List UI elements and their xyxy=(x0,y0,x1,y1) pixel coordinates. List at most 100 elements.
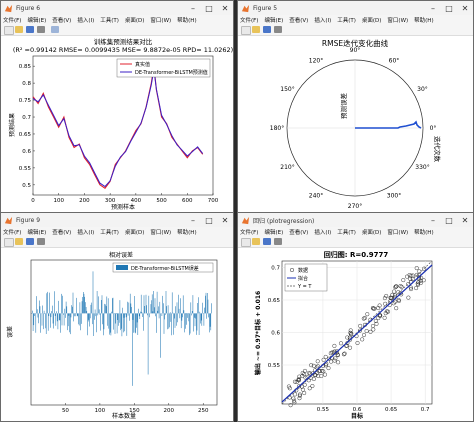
print-icon[interactable] xyxy=(37,238,45,245)
toolbar xyxy=(1,25,233,36)
y-tick-label: 0.7 xyxy=(22,115,31,121)
y-tick-label: 0.65 xyxy=(268,298,281,304)
polar-angle-label: 150° xyxy=(280,86,294,93)
matlab-icon xyxy=(241,4,250,12)
menu-file[interactable]: 文件(F) xyxy=(240,16,258,24)
menu-window[interactable]: 窗口(W) xyxy=(387,16,408,24)
menu-desktop[interactable]: 桌面(D) xyxy=(362,228,382,236)
menu-window[interactable]: 窗口(W) xyxy=(150,228,171,236)
polar-angle-label: 0° xyxy=(430,125,437,132)
menu-view[interactable]: 查看(V) xyxy=(289,16,308,24)
new-figure-icon[interactable] xyxy=(4,26,14,35)
x-axis-label: 目标 xyxy=(351,412,363,420)
menu-insert[interactable]: 插入(I) xyxy=(314,16,331,24)
bar-chart: 相对误差 50 100 150 200 250 DE-Transformer-BiLST… xyxy=(6,251,218,420)
legend[interactable]: 数据 拟合 Y = T xyxy=(284,263,328,292)
polar-angle-label: 120° xyxy=(309,58,323,65)
maximize-icon[interactable]: □ xyxy=(441,213,457,227)
menu-window[interactable]: 窗口(W) xyxy=(150,16,171,24)
title-bar[interactable]: 回归 (plotregression) – □ ✕ xyxy=(238,213,473,227)
menu-edit[interactable]: 编辑(E) xyxy=(264,16,283,24)
polar-chart: RMSE迭代变化曲线 90°60°30°0°330°300°270°240°21… xyxy=(270,38,442,210)
print-icon[interactable] xyxy=(274,26,282,33)
legend[interactable]: 真实值 DE-Transformer-BiLSTM预测值 xyxy=(116,58,211,78)
save-icon[interactable] xyxy=(26,26,34,33)
y-tick-label: 0.55 xyxy=(268,363,281,369)
menu-edit[interactable]: 编辑(E) xyxy=(27,228,46,236)
close-icon[interactable]: ✕ xyxy=(217,213,233,227)
menu-tools[interactable]: 工具(T) xyxy=(100,16,119,24)
menu-desktop[interactable]: 桌面(D) xyxy=(362,16,382,24)
maximize-icon[interactable]: □ xyxy=(201,1,217,15)
x-tick-label: 0.65 xyxy=(385,407,398,413)
menu-view[interactable]: 查看(V) xyxy=(52,16,71,24)
close-icon[interactable]: ✕ xyxy=(457,213,473,227)
menu-view[interactable]: 查看(V) xyxy=(52,228,71,236)
figure-6-window[interactable]: Figure 6 – □ ✕ 文件(F) 编辑(E) 查看(V) 插入(I) 工… xyxy=(0,0,234,214)
dock-icon[interactable] xyxy=(51,26,59,33)
open-icon[interactable] xyxy=(252,26,260,33)
open-icon[interactable] xyxy=(15,238,23,245)
menu-help[interactable]: 帮助(H) xyxy=(177,16,196,24)
metrics-text: (R² =0.99142 RMSE= 0.0099435 MSE= 9.8872… xyxy=(13,46,233,54)
open-icon[interactable] xyxy=(15,26,23,33)
regression-window[interactable]: 回归 (plotregression) – □ ✕ 文件(F) 编辑(E) 查看… xyxy=(237,212,474,422)
matlab-icon xyxy=(4,216,13,224)
menu-desktop[interactable]: 桌面(D) xyxy=(125,16,145,24)
x-tick-label: 700 xyxy=(208,198,219,204)
menu-insert[interactable]: 插入(I) xyxy=(314,228,331,236)
new-figure-icon[interactable] xyxy=(241,238,251,247)
menu-help[interactable]: 帮助(H) xyxy=(414,228,433,236)
print-icon[interactable] xyxy=(274,238,282,245)
new-figure-icon[interactable] xyxy=(4,238,14,247)
polar-angle-label: 240° xyxy=(309,193,323,200)
open-icon[interactable] xyxy=(252,238,260,245)
menu-bar: 文件(F) 编辑(E) 查看(V) 插入(I) 工具(T) 桌面(D) 窗口(W… xyxy=(238,227,473,237)
save-icon[interactable] xyxy=(26,238,34,245)
minimize-icon[interactable]: – xyxy=(185,1,201,15)
x-tick-label: 600 xyxy=(182,198,193,204)
menu-tools[interactable]: 工具(T) xyxy=(337,228,356,236)
menu-tools[interactable]: 工具(T) xyxy=(100,228,119,236)
print-icon[interactable] xyxy=(37,26,45,33)
maximize-icon[interactable]: □ xyxy=(441,1,457,15)
save-icon[interactable] xyxy=(263,26,271,33)
title-bar[interactable]: Figure 6 – □ ✕ xyxy=(1,1,233,15)
menu-tools[interactable]: 工具(T) xyxy=(337,16,356,24)
y-tick-label: 0.85 xyxy=(19,64,32,70)
menu-help[interactable]: 帮助(H) xyxy=(414,16,433,24)
x-tick-label: 200 xyxy=(164,408,175,414)
figure-9-window[interactable]: Figure 9 – □ ✕ 文件(F) 编辑(E) 查看(V) 插入(I) 工… xyxy=(0,212,234,422)
axes-title: 相对误差 xyxy=(109,251,133,259)
legend[interactable]: DE-Transformer-BiLSTM误差 xyxy=(112,262,214,273)
save-icon[interactable] xyxy=(263,238,271,245)
minimize-icon[interactable]: – xyxy=(425,213,441,227)
menu-edit[interactable]: 编辑(E) xyxy=(27,16,46,24)
matlab-icon xyxy=(241,216,250,224)
new-figure-icon[interactable] xyxy=(241,26,251,35)
menu-file[interactable]: 文件(F) xyxy=(240,228,258,236)
menu-window[interactable]: 窗口(W) xyxy=(387,228,408,236)
menu-help[interactable]: 帮助(H) xyxy=(177,228,196,236)
menu-file[interactable]: 文件(F) xyxy=(3,228,21,236)
x-axis-label: 预测样本 xyxy=(111,203,135,211)
x-tick-label: 0 xyxy=(31,198,35,204)
menu-edit[interactable]: 编辑(E) xyxy=(264,228,283,236)
title-bar[interactable]: Figure 9 – □ ✕ xyxy=(1,213,233,227)
menu-file[interactable]: 文件(F) xyxy=(3,16,21,24)
title-bar[interactable]: Figure 5 – □ ✕ xyxy=(238,1,473,15)
close-icon[interactable]: ✕ xyxy=(457,1,473,15)
maximize-icon[interactable]: □ xyxy=(201,213,217,227)
minimize-icon[interactable]: – xyxy=(425,1,441,15)
polar-angle-label: 210° xyxy=(280,164,294,171)
minimize-icon[interactable]: – xyxy=(185,213,201,227)
y-tick-label: 0.8 xyxy=(22,81,31,87)
legend-label-fit: 拟合 xyxy=(298,275,308,282)
figure-5-window[interactable]: Figure 5 – □ ✕ 文件(F) 编辑(E) 查看(V) 插入(I) 工… xyxy=(237,0,474,214)
close-icon[interactable]: ✕ xyxy=(217,1,233,15)
menu-desktop[interactable]: 桌面(D) xyxy=(125,228,145,236)
menu-insert[interactable]: 插入(I) xyxy=(77,16,94,24)
menu-view[interactable]: 查看(V) xyxy=(289,228,308,236)
polar-angle-label: 300° xyxy=(387,193,401,200)
menu-insert[interactable]: 插入(I) xyxy=(77,228,94,236)
